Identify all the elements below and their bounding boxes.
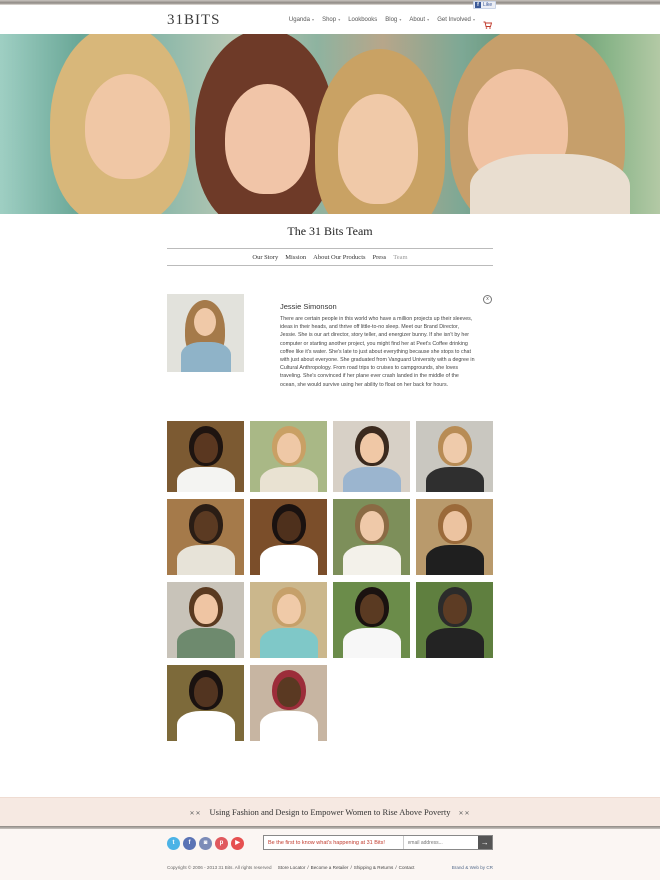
nav-item-about[interactable]: About ▾ [409,17,429,23]
nav-label: Lookbooks [348,17,378,23]
newsletter-form: Be the first to know what's happening at… [263,835,493,850]
tagline: ✕✕ Using Fashion and Design to Empower Wo… [0,807,660,817]
subnav-item-team[interactable]: Team [393,254,407,261]
chevron-down-icon: ▾ [471,17,475,22]
facebook-icon[interactable]: f [183,837,196,850]
social-links: t f ◙ p ▶ [167,837,244,850]
decor-icon: ✕✕ [458,811,471,817]
main-nav: Uganda ▾ Shop ▾ Lookbooks Blog ▾ About ▾ Get … [289,16,493,29]
team-member-photo[interactable] [333,499,410,575]
team-member-photo[interactable] [416,499,493,575]
nav-label: Blog [385,17,398,23]
nav-label: About [409,17,426,23]
chevron-down-icon: ▾ [337,17,341,22]
team-grid [167,421,494,741]
link-separator: / [395,865,397,870]
about-subnav: Our Story Mission About Our Products Press T… [167,248,493,266]
team-member-photo[interactable] [333,582,410,658]
tagline-band: ✕✕ Using Fashion and Design to Empower Wo… [0,797,660,827]
team-member-photo[interactable] [167,499,244,575]
cart-icon[interactable] [483,16,493,29]
subnav-item-our-story[interactable]: Our Story [252,254,278,261]
copyright: Copyright © 2006 - 2013 31 Bits. All rig… [167,865,415,870]
email-input[interactable] [402,836,478,849]
team-member-photo[interactable] [250,421,327,492]
bio-text: There are certain people in this world w… [280,316,475,388]
subnav-item-press[interactable]: Press [373,254,387,261]
footer-link-contact[interactable]: Contact [399,865,415,870]
close-icon[interactable]: x [483,295,492,304]
team-member-photo[interactable] [333,421,410,492]
team-member-photo[interactable] [250,499,327,575]
decor-icon: ✕✕ [189,811,202,817]
nav-item-get-involved[interactable]: Get Involved ▾ [437,17,475,23]
footer-link-become-a-retailer[interactable]: Become a Retailer [311,865,349,870]
team-member-photo[interactable] [167,421,244,492]
footer-link-shipping-returns[interactable]: Shipping & Returns [354,865,394,870]
team-member-photo[interactable] [250,665,327,741]
bio-photo [167,294,244,372]
subnav-item-mission[interactable]: Mission [285,254,306,261]
pinterest-icon[interactable]: p [215,837,228,850]
team-member-photo[interactable] [167,582,244,658]
copyright-text: Copyright © 2006 - 2013 31 Bits. All rig… [167,865,272,870]
twitter-icon[interactable]: t [167,837,180,850]
team-member-photo[interactable] [167,665,244,741]
site-logo[interactable]: 31BITS [167,12,221,29]
chevron-down-icon: ▾ [310,17,315,22]
tagline-text: Using Fashion and Design to Empower Wome… [209,807,451,817]
youtube-icon[interactable]: ▶ [231,837,244,850]
link-separator: / [307,865,309,870]
nav-label: Shop [322,17,337,23]
team-member-photo[interactable] [416,582,493,658]
nav-label: Get Involved [437,17,471,23]
site-footer: t f ◙ p ▶ Be the first to know what's happen… [0,829,660,880]
instagram-icon[interactable]: ◙ [199,837,212,850]
nav-item-blog[interactable]: Blog ▾ [385,17,401,23]
team-member-photo[interactable] [250,582,327,658]
footer-link-store-locator[interactable]: Store Locator [278,865,306,870]
site-header: 31BITS Uganda ▾ Shop ▾ Lookbooks Blog ▾ Abou… [0,5,660,34]
nav-item-uganda[interactable]: Uganda ▾ [289,17,314,23]
newsletter-label: Be the first to know what's happening at… [268,840,385,846]
subnav-item-about-our-products[interactable]: About Our Products [313,254,365,261]
nav-label: Uganda [288,17,310,23]
credit-link[interactable]: Brand & Web by CR [452,865,493,870]
nav-item-lookbooks[interactable]: Lookbooks [348,17,377,23]
bio-name: Jessie Simonson [280,302,337,311]
chevron-down-icon: ▾ [426,17,430,22]
nav-item-shop[interactable]: Shop ▾ [322,17,340,23]
team-member-photo[interactable] [416,421,493,492]
link-separator: / [350,865,352,870]
page-title: The 31 Bits Team [287,224,373,238]
chevron-down-icon: ▾ [398,17,402,22]
hero-banner [0,34,660,214]
newsletter-submit-button[interactable]: → [477,836,492,849]
